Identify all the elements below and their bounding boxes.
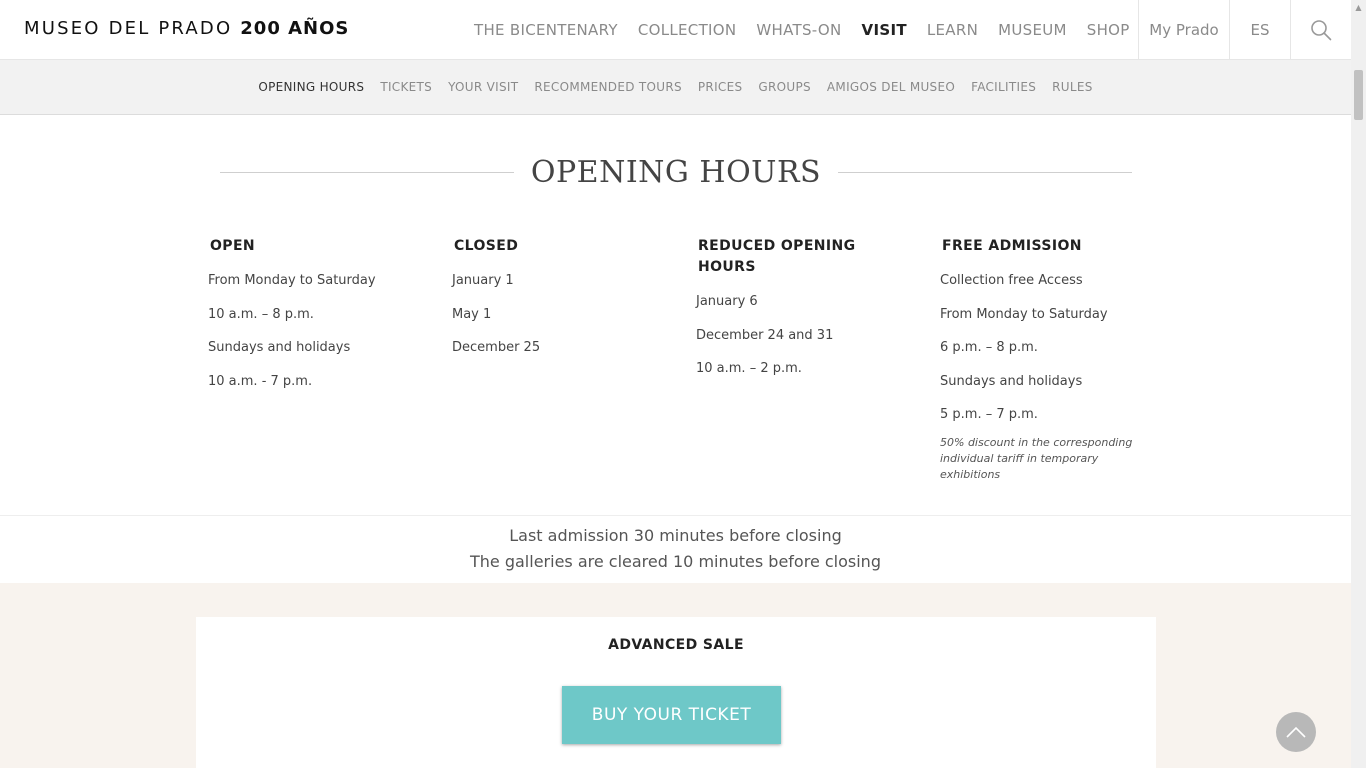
page-title-row: OPENING HOURS <box>220 150 1132 194</box>
open-line: 10 a.m. - 7 p.m. <box>208 373 313 389</box>
advanced-sale-card: ADVANCED SALE BUY YOUR TICKET <box>196 617 1156 768</box>
page-scrollbar[interactable]: ▲ <box>1351 0 1366 768</box>
free-line: 5 p.m. – 7 p.m. <box>940 407 1038 422</box>
nav-item-whats-on[interactable]: WHATS-ON <box>746 21 851 39</box>
page-title: OPENING HOURS <box>530 154 822 190</box>
sub-nav: OPENING HOURS TICKETS YOUR VISIT RECOMME… <box>0 60 1351 115</box>
subnav-item-amigos-del-museo[interactable]: AMIGOS DEL MUSEO <box>819 80 963 94</box>
top-header: MUSEO DEL PRADO 200 AÑOS THE BICENTENARY… <box>0 0 1351 60</box>
closing-notes: Last admission 30 minutes before closing… <box>0 523 1351 575</box>
subnav-item-prices[interactable]: PRICES <box>690 80 751 94</box>
nav-item-museum[interactable]: MUSEUM <box>988 21 1077 39</box>
nav-item-visit[interactable]: VISIT <box>852 21 917 39</box>
open-line: From Monday to Saturday <box>208 273 376 288</box>
language-switch[interactable]: ES <box>1229 0 1290 60</box>
subnav-item-your-visit[interactable]: YOUR VISIT <box>440 80 526 94</box>
free-line: Sundays and holidays <box>940 373 1083 389</box>
scroll-up-arrow-icon[interactable]: ▲ <box>1351 0 1366 15</box>
free-line: Collection free Access <box>940 273 1083 288</box>
title-divider-left <box>220 171 514 173</box>
last-admission-note: Last admission 30 minutes before closing <box>509 526 842 545</box>
closed-column: CLOSED January 1 May 1 December 25 <box>452 236 652 372</box>
title-divider-right <box>838 171 1132 173</box>
free-line: 6 p.m. – 8 p.m. <box>940 340 1038 355</box>
nav-item-shop[interactable]: SHOP <box>1077 21 1140 39</box>
reduced-hours-column: REDUCED OPENING HOURS January 6 December… <box>696 236 881 393</box>
subnav-item-groups[interactable]: GROUPS <box>750 80 819 94</box>
chevron-up-icon <box>1286 726 1306 738</box>
back-to-top-button[interactable] <box>1276 712 1316 752</box>
logo-name: MUSEO DEL PRADO <box>24 18 233 39</box>
search-icon <box>1311 20 1332 41</box>
free-line: From Monday to Saturday <box>940 306 1108 322</box>
scroll-thumb[interactable] <box>1354 70 1363 120</box>
reduced-line: December 24 and 31 <box>696 327 834 343</box>
closed-line: January 1 <box>452 273 514 288</box>
nav-item-learn[interactable]: LEARN <box>917 21 988 39</box>
subnav-item-tickets[interactable]: TICKETS <box>372 80 440 94</box>
open-line: 10 a.m. – 8 p.m. <box>208 306 314 322</box>
open-line: Sundays and holidays <box>208 340 351 355</box>
museum-logo[interactable]: MUSEO DEL PRADO 200 AÑOS <box>24 18 349 39</box>
closed-line: December 25 <box>452 340 541 355</box>
closed-line: May 1 <box>452 306 492 322</box>
reduced-heading: REDUCED OPENING HOURS <box>698 238 856 275</box>
subnav-item-opening-hours[interactable]: OPENING HOURS <box>250 80 372 94</box>
header-actions: My Prado ES <box>1138 0 1351 60</box>
reduced-line: January 6 <box>696 294 758 309</box>
free-admission-note: 50% discount in the corresponding indivi… <box>940 435 1133 481</box>
nav-item-collection[interactable]: COLLECTION <box>628 21 747 39</box>
open-heading: OPEN <box>210 238 256 254</box>
buy-ticket-button[interactable]: BUY YOUR TICKET <box>562 686 781 744</box>
subnav-item-facilities[interactable]: FACILITIES <box>963 80 1044 94</box>
section-divider <box>0 515 1351 516</box>
free-admission-column: FREE ADMISSION Collection free Access Fr… <box>940 236 1140 483</box>
my-prado-link[interactable]: My Prado <box>1138 0 1229 60</box>
logo-tagline: 200 AÑOS <box>240 18 350 39</box>
subnav-item-rules[interactable]: RULES <box>1044 80 1101 94</box>
open-hours-column: OPEN From Monday to Saturday 10 a.m. – 8… <box>208 236 408 405</box>
nav-item-bicentenary[interactable]: THE BICENTENARY <box>464 21 628 39</box>
advanced-sale-title: ADVANCED SALE <box>608 637 744 653</box>
main-nav: THE BICENTENARY COLLECTION WHATS-ON VISI… <box>464 0 1140 60</box>
search-button[interactable] <box>1290 0 1351 60</box>
free-heading: FREE ADMISSION <box>942 238 1082 254</box>
subnav-item-recommended-tours[interactable]: RECOMMENDED TOURS <box>526 80 690 94</box>
galleries-cleared-note: The galleries are cleared 10 minutes bef… <box>470 552 881 571</box>
closed-heading: CLOSED <box>454 238 519 254</box>
reduced-line: 10 a.m. – 2 p.m. <box>696 361 802 376</box>
